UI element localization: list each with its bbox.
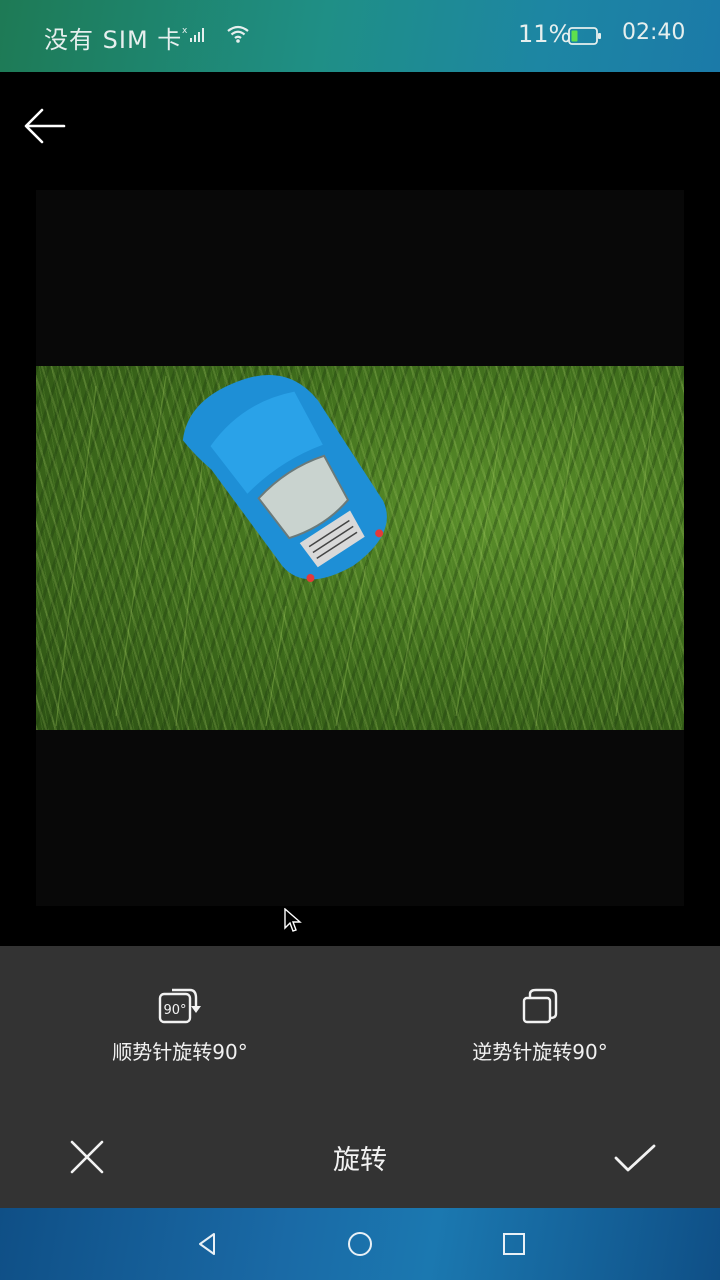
mouse-cursor-icon [284, 907, 302, 938]
check-icon [614, 1144, 656, 1172]
nav-home-button[interactable] [344, 1228, 376, 1260]
recent-square-icon [503, 1233, 525, 1255]
arrow-left-icon [24, 108, 66, 144]
rotate-screen: 没有 SIM 卡 x 11% 02:40 90° 顺势针旋转90° 逆势针旋转9… [0, 0, 720, 1280]
rotate-counterclockwise-label: 逆势针旋转90° [472, 1040, 608, 1064]
rotate-panel: 90° 顺势针旋转90° 逆势针旋转90° 旋转 [0, 946, 720, 1208]
signal-icon: x [182, 24, 208, 48]
toy-car-image [55, 375, 657, 727]
back-triangle-icon [199, 1233, 215, 1255]
rotate-clockwise-label: 顺势针旋转90° [112, 1040, 248, 1064]
rotate-counterclockwise-button[interactable]: 逆势针旋转90° [420, 986, 660, 1076]
home-circle-icon [348, 1232, 372, 1256]
nav-back-button[interactable] [192, 1228, 224, 1260]
wifi-icon [226, 24, 250, 48]
system-nav-bar [0, 1208, 720, 1280]
battery-percent: 11% [518, 20, 572, 48]
battery-icon [568, 27, 602, 49]
rotate-clockwise-icon: 90° [158, 988, 201, 1024]
action-bar: 旋转 [0, 1116, 720, 1196]
back-button[interactable] [20, 104, 70, 148]
rotate-degree-badge: 90° [163, 1003, 186, 1018]
status-bar: 没有 SIM 卡 x 11% 02:40 [0, 0, 720, 72]
confirm-button[interactable] [612, 1140, 658, 1176]
clock: 02:40 [622, 20, 686, 45]
nav-recent-button[interactable] [498, 1228, 530, 1260]
rotate-clockwise-button[interactable]: 90° 顺势针旋转90° [60, 986, 300, 1076]
rotate-counterclockwise-icon [522, 988, 558, 1024]
svg-text:x: x [182, 26, 188, 36]
carrier-text: 没有 SIM 卡 [44, 26, 183, 54]
photo-preview[interactable] [36, 366, 684, 730]
